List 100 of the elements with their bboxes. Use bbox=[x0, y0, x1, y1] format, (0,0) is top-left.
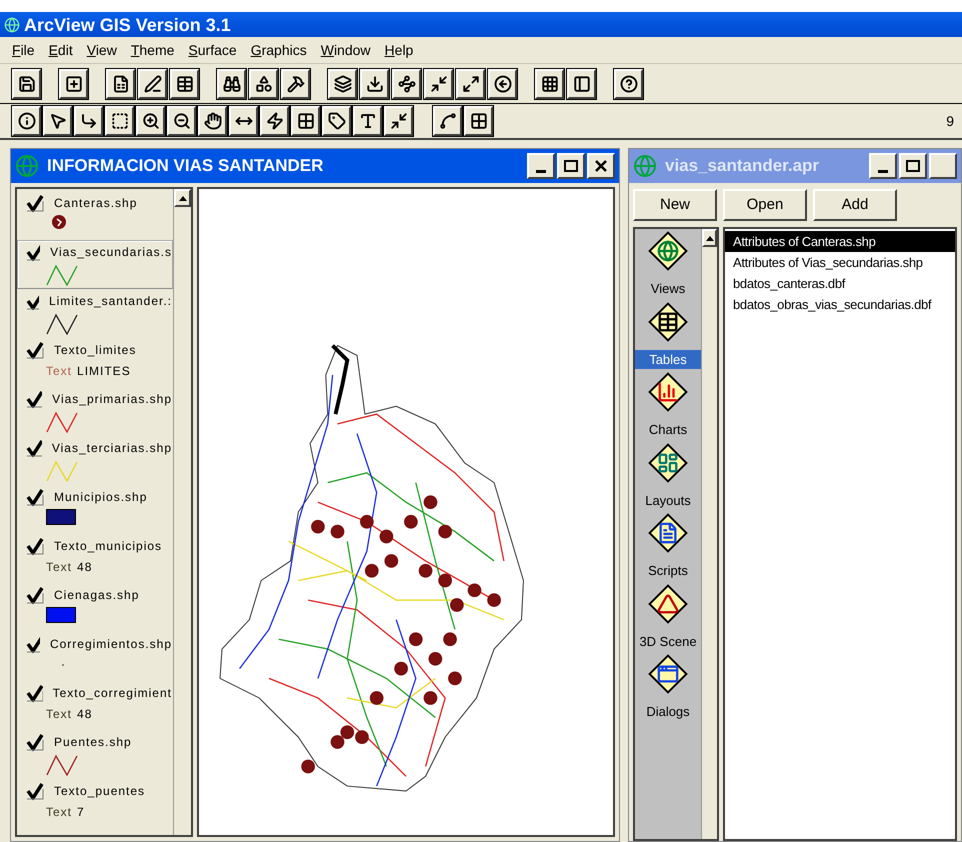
toolbar-button[interactable] bbox=[614, 68, 643, 98]
legend-entry[interactable]: Vias_primarias.shp bbox=[17, 387, 173, 436]
project-button[interactable]: New bbox=[633, 189, 717, 221]
document-item[interactable]: Attributes of Vias_secundarias.shp bbox=[725, 252, 955, 273]
toolbar-button[interactable] bbox=[456, 68, 485, 98]
text-symbol-label: Text bbox=[46, 706, 72, 723]
toolbar-button[interactable] bbox=[249, 68, 278, 98]
tool-icon bbox=[620, 74, 638, 92]
document-type[interactable]: Dialogs bbox=[635, 652, 701, 722]
window-title: vias_santander.apr bbox=[665, 155, 820, 178]
document-type[interactable]: Tables bbox=[635, 300, 701, 370]
legend-entry[interactable]: Vias_secundarias.s bbox=[17, 240, 173, 289]
document-type[interactable]: Views bbox=[635, 229, 701, 300]
visibility-checkbox[interactable] bbox=[26, 194, 44, 212]
menu-item[interactable]: View bbox=[86, 40, 117, 60]
legend-entry[interactable]: Vias_terciarias.shp bbox=[17, 436, 173, 485]
close-button[interactable] bbox=[929, 153, 957, 179]
visibility-checkbox[interactable] bbox=[26, 341, 44, 359]
toolbar-button[interactable] bbox=[322, 106, 351, 136]
toolbar-button[interactable] bbox=[170, 68, 199, 98]
legend-entry[interactable]: Cienagas.shp bbox=[17, 583, 173, 632]
tool-icon bbox=[470, 112, 488, 130]
visibility-checkbox[interactable] bbox=[26, 488, 44, 506]
document-type[interactable]: 3D Scene bbox=[635, 582, 701, 652]
project-button[interactable]: Add bbox=[813, 189, 897, 221]
toolbar-button[interactable] bbox=[198, 106, 227, 136]
document-type[interactable]: Scripts bbox=[635, 511, 701, 582]
toolbar-button[interactable] bbox=[360, 68, 389, 98]
toolbar-button[interactable] bbox=[291, 106, 320, 136]
document-item[interactable]: Attributes of Canteras.shp bbox=[725, 231, 955, 252]
document-item[interactable]: bdatos_canteras.dbf bbox=[725, 273, 955, 294]
legend-entry[interactable]: Corregimientos.shp bbox=[17, 632, 173, 681]
visibility-checkbox[interactable] bbox=[26, 537, 44, 555]
text-symbol-sample: 7 bbox=[77, 804, 85, 821]
legend-entry[interactable]: Municipios.shp bbox=[17, 485, 173, 534]
legend-entry[interactable]: Puentes.shp bbox=[17, 730, 173, 779]
toolbar-button[interactable] bbox=[229, 106, 258, 136]
close-icon bbox=[595, 160, 607, 172]
minimize-button[interactable] bbox=[527, 153, 555, 179]
visibility-checkbox[interactable] bbox=[26, 390, 42, 408]
document-item[interactable]: bdatos_obras_vias_secundarias.dbf bbox=[725, 294, 955, 315]
toolbar-button[interactable] bbox=[59, 68, 88, 98]
legend-entry[interactable]: Texto_municipios Text 48 bbox=[17, 534, 173, 583]
toolbar-button[interactable] bbox=[424, 68, 453, 98]
legend-entry[interactable]: Texto_corregimient Text 48 bbox=[17, 681, 173, 730]
toolbar-button[interactable] bbox=[433, 106, 462, 136]
visibility-checkbox[interactable] bbox=[26, 733, 44, 751]
legend-entry[interactable]: Limites_santander.: bbox=[17, 289, 173, 338]
tool-icon bbox=[222, 74, 240, 92]
menu-item[interactable]: Help bbox=[384, 40, 414, 60]
tool-icon bbox=[358, 112, 376, 130]
menu-item[interactable]: File bbox=[12, 40, 35, 60]
toolbar-button[interactable] bbox=[12, 68, 41, 98]
visibility-checkbox[interactable] bbox=[26, 782, 44, 800]
maximize-button[interactable] bbox=[557, 153, 585, 179]
menu-item[interactable]: Graphics bbox=[250, 40, 307, 60]
legend-entry[interactable]: Texto_puentes Text 7 bbox=[17, 779, 173, 828]
visibility-checkbox[interactable] bbox=[26, 684, 43, 702]
toolbar-button[interactable] bbox=[281, 68, 310, 98]
visibility-checkbox[interactable] bbox=[26, 439, 42, 457]
toolbar-button[interactable] bbox=[535, 68, 564, 98]
project-button[interactable]: Open bbox=[723, 189, 807, 221]
toolbar-button[interactable] bbox=[567, 68, 596, 98]
menu-item[interactable]: Edit bbox=[48, 40, 73, 60]
legend-entry[interactable]: Texto_limites Text LIMITES bbox=[17, 338, 173, 387]
toolbar-button[interactable] bbox=[74, 106, 103, 136]
visibility-checkbox[interactable] bbox=[26, 635, 40, 653]
toolbar-button[interactable] bbox=[138, 68, 167, 98]
close-button[interactable] bbox=[587, 153, 615, 179]
toolbar-button[interactable] bbox=[217, 68, 246, 98]
layer-name: Cienagas.shp bbox=[54, 587, 140, 604]
toolbar-button[interactable] bbox=[384, 106, 413, 136]
visibility-checkbox[interactable] bbox=[26, 586, 44, 604]
tool-icon bbox=[172, 112, 190, 130]
toolbar-button[interactable] bbox=[167, 106, 196, 136]
toolbar-button[interactable] bbox=[392, 68, 421, 98]
document-type[interactable]: Layouts bbox=[635, 440, 701, 511]
toolbar-button[interactable] bbox=[12, 106, 41, 136]
minimize-button[interactable] bbox=[869, 153, 897, 179]
toolbar-button[interactable] bbox=[43, 106, 72, 136]
toolbar-button[interactable] bbox=[260, 106, 289, 136]
legend-scrollbar[interactable] bbox=[173, 189, 191, 835]
toolbar-button[interactable] bbox=[106, 68, 135, 98]
toolbar-button[interactable] bbox=[464, 106, 493, 136]
document-type[interactable]: Charts bbox=[635, 370, 701, 440]
toolbar-button[interactable] bbox=[105, 106, 134, 136]
menu-item[interactable]: Surface bbox=[188, 40, 237, 60]
toolbar-button[interactable] bbox=[488, 68, 517, 98]
toolbar-button[interactable] bbox=[136, 106, 165, 136]
menu-item[interactable]: Window bbox=[320, 40, 371, 60]
legend-entry[interactable]: Canteras.shp bbox=[17, 191, 173, 240]
maximize-button[interactable] bbox=[899, 153, 927, 179]
document-type-scrollbar[interactable] bbox=[701, 229, 717, 839]
toolbar-button[interactable] bbox=[328, 68, 357, 98]
menu-item[interactable]: Theme bbox=[130, 40, 174, 60]
visibility-checkbox[interactable] bbox=[26, 243, 40, 261]
toolbar-button[interactable] bbox=[353, 106, 382, 136]
tool-icon bbox=[296, 112, 314, 130]
document-type-label: Layouts bbox=[644, 492, 692, 510]
document-type-label: Tables bbox=[635, 350, 701, 369]
